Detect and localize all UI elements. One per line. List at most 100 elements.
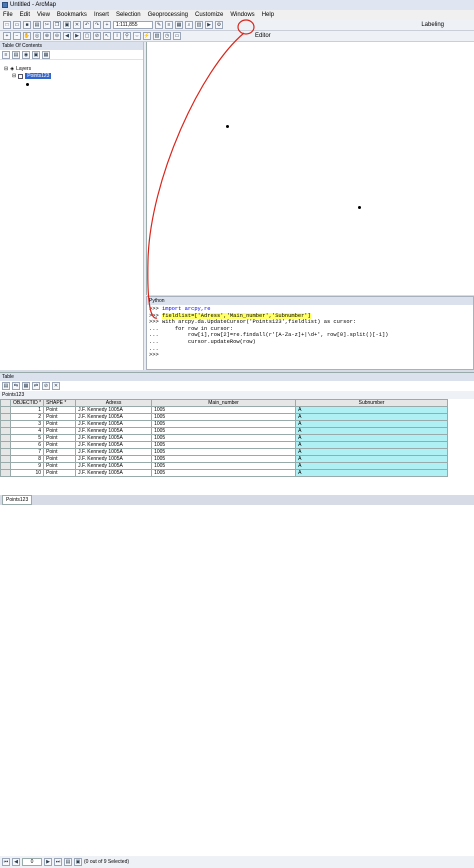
table-row[interactable]: 3 Point J.F. Kennedy 1005A 1005 A bbox=[0, 420, 449, 428]
cell-main-number[interactable]: 1005 bbox=[151, 469, 297, 477]
layers-group[interactable]: ⊟ ◈ Layers bbox=[4, 66, 31, 72]
cell-objectid[interactable]: 7 bbox=[9, 448, 45, 456]
scale-input[interactable]: 1:111,855 bbox=[113, 21, 153, 29]
col-objectid[interactable]: OBJECTID * bbox=[9, 399, 45, 407]
first-record-icon[interactable]: ⏮ bbox=[2, 858, 10, 866]
show-selected-records-icon[interactable]: ▣ bbox=[74, 858, 82, 866]
back-icon[interactable]: ◀ bbox=[63, 32, 71, 40]
cell-main-number[interactable]: 1005 bbox=[151, 413, 297, 421]
map-point[interactable] bbox=[358, 206, 361, 209]
model-builder-icon[interactable]: ⚙ bbox=[215, 21, 223, 29]
cell-adress[interactable]: J.F. Kennedy 1005A bbox=[75, 406, 153, 414]
cell-shape[interactable]: Point bbox=[43, 448, 77, 456]
select-elements-icon[interactable]: ↖ bbox=[103, 32, 111, 40]
add-data-icon[interactable]: + bbox=[103, 21, 111, 29]
row-selector[interactable] bbox=[0, 406, 11, 414]
menu-customize[interactable]: Customize bbox=[195, 12, 223, 18]
list-by-source-icon[interactable]: ▤ bbox=[12, 50, 20, 59]
cell-objectid[interactable]: 5 bbox=[9, 434, 45, 442]
cell-adress[interactable]: J.F. Kennedy 1005A bbox=[75, 434, 153, 442]
pan-icon[interactable]: ✋ bbox=[23, 32, 31, 40]
cell-subnumber[interactable]: A bbox=[295, 469, 449, 477]
menu-windows[interactable]: Windows bbox=[230, 12, 254, 18]
cell-main-number[interactable]: 1005 bbox=[151, 434, 297, 442]
cell-adress[interactable]: J.F. Kennedy 1005A bbox=[75, 455, 153, 463]
table-row[interactable]: 7 Point J.F. Kennedy 1005A 1005 A bbox=[0, 448, 449, 456]
row-selector[interactable] bbox=[0, 448, 11, 456]
menu-bookmarks[interactable]: Bookmarks bbox=[57, 12, 87, 18]
last-record-icon[interactable]: ⏭ bbox=[54, 858, 62, 866]
table-row[interactable]: 10 Point J.F. Kennedy 1005A 1005 A bbox=[0, 469, 449, 477]
col-adress[interactable]: Adress bbox=[75, 399, 153, 407]
cell-shape[interactable]: Point bbox=[43, 434, 77, 442]
cell-main-number[interactable]: 1005 bbox=[151, 420, 297, 428]
delete-selected-icon[interactable]: ✕ bbox=[52, 382, 60, 390]
layer-visibility-checkbox[interactable] bbox=[18, 73, 24, 79]
menu-selection[interactable]: Selection bbox=[116, 12, 141, 18]
collapse-icon[interactable]: ⊟ bbox=[4, 66, 8, 72]
cell-main-number[interactable]: 1005 bbox=[151, 441, 297, 449]
cell-main-number[interactable]: 1005 bbox=[151, 427, 297, 435]
record-number-input[interactable]: 0 bbox=[22, 858, 42, 866]
cell-shape[interactable]: Point bbox=[43, 462, 77, 470]
row-selector[interactable] bbox=[0, 434, 11, 442]
layer-points123[interactable]: ⊟ Points123 bbox=[12, 73, 52, 79]
redo-icon[interactable]: ↷ bbox=[93, 21, 101, 29]
undo-icon[interactable]: ↶ bbox=[83, 21, 91, 29]
cell-objectid[interactable]: 9 bbox=[9, 462, 45, 470]
menu-file[interactable]: File bbox=[3, 12, 13, 18]
row-selector[interactable] bbox=[0, 420, 11, 428]
catalog-icon[interactable]: ▦ bbox=[175, 21, 183, 29]
row-selector[interactable] bbox=[0, 427, 11, 435]
open-icon[interactable]: ▭ bbox=[13, 21, 21, 29]
cell-adress[interactable]: J.F. Kennedy 1005A bbox=[75, 413, 153, 421]
cell-objectid[interactable]: 3 bbox=[9, 420, 45, 428]
col-main-number[interactable]: Main_number bbox=[151, 399, 297, 407]
cell-objectid[interactable]: 8 bbox=[9, 455, 45, 463]
copy-icon[interactable]: ❐ bbox=[53, 21, 61, 29]
cell-adress[interactable]: J.F. Kennedy 1005A bbox=[75, 427, 153, 435]
table-tab[interactable]: Points123 bbox=[2, 495, 33, 505]
menu-view[interactable]: View bbox=[37, 12, 50, 18]
cell-main-number[interactable]: 1005 bbox=[151, 406, 297, 414]
print-icon[interactable]: ▤ bbox=[33, 21, 41, 29]
next-record-icon[interactable]: ▶ bbox=[44, 858, 52, 866]
row-selector[interactable] bbox=[0, 413, 11, 421]
cell-shape[interactable]: Point bbox=[43, 441, 77, 449]
clear-selection-icon[interactable]: ⊘ bbox=[93, 32, 101, 40]
table-row[interactable]: 1 Point J.F. Kennedy 1005A 1005 A bbox=[0, 406, 449, 414]
cell-shape[interactable]: Point bbox=[43, 427, 77, 435]
cell-objectid[interactable]: 4 bbox=[9, 427, 45, 435]
cell-adress[interactable]: J.F. Kennedy 1005A bbox=[75, 441, 153, 449]
cell-objectid[interactable]: 10 bbox=[9, 469, 45, 477]
cell-main-number[interactable]: 1005 bbox=[151, 448, 297, 456]
list-by-drawing-order-icon[interactable]: ≡ bbox=[2, 50, 10, 59]
table-row[interactable]: 4 Point J.F. Kennedy 1005A 1005 A bbox=[0, 427, 449, 435]
menu-edit[interactable]: Edit bbox=[20, 12, 30, 18]
cut-icon[interactable]: ✂ bbox=[43, 21, 51, 29]
row-selector[interactable] bbox=[0, 462, 11, 470]
cell-adress[interactable]: J.F. Kennedy 1005A bbox=[75, 469, 153, 477]
options-icon[interactable]: ▦ bbox=[42, 50, 50, 59]
layer-name[interactable]: Points123 bbox=[25, 73, 52, 79]
cell-main-number[interactable]: 1005 bbox=[151, 455, 297, 463]
row-selector[interactable] bbox=[0, 455, 11, 463]
identify-icon[interactable]: i bbox=[113, 32, 121, 40]
cell-subnumber[interactable]: A bbox=[295, 448, 449, 456]
html-popup-icon[interactable]: ▧ bbox=[153, 32, 161, 40]
cell-subnumber[interactable]: A bbox=[295, 455, 449, 463]
menu-insert[interactable]: Insert bbox=[94, 12, 109, 18]
fixed-zoom-in-icon[interactable]: ⊕ bbox=[43, 32, 51, 40]
table-row[interactable]: 8 Point J.F. Kennedy 1005A 1005 A bbox=[0, 455, 449, 463]
cell-shape[interactable]: Point bbox=[43, 469, 77, 477]
cell-objectid[interactable]: 6 bbox=[9, 441, 45, 449]
table-row[interactable]: 2 Point J.F. Kennedy 1005A 1005 A bbox=[0, 413, 449, 421]
select-features-icon[interactable]: ▢ bbox=[83, 32, 91, 40]
cell-objectid[interactable]: 2 bbox=[9, 413, 45, 421]
menu-help[interactable]: Help bbox=[262, 12, 274, 18]
show-all-records-icon[interactable]: ▤ bbox=[64, 858, 72, 866]
editor-toolbar-icon[interactable]: ✎ bbox=[155, 21, 163, 29]
cell-adress[interactable]: J.F. Kennedy 1005A bbox=[75, 448, 153, 456]
cell-subnumber[interactable]: A bbox=[295, 413, 449, 421]
cell-shape[interactable]: Point bbox=[43, 413, 77, 421]
